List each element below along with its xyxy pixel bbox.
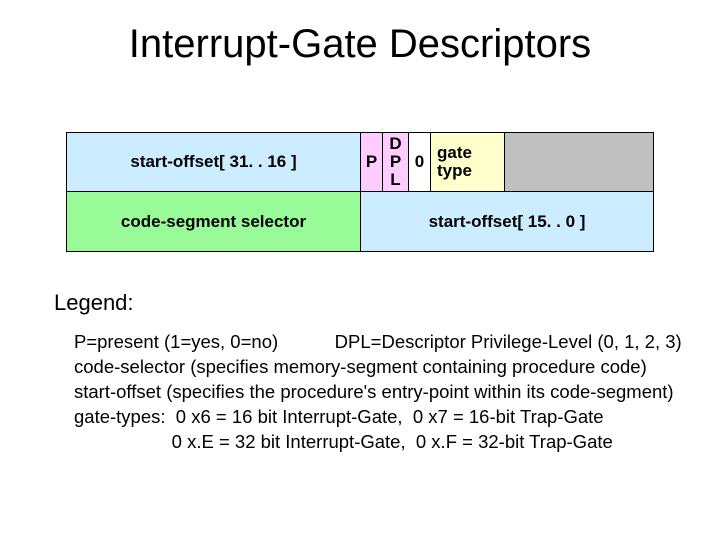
field-gate-type: gate type [431,133,505,191]
descriptor-diagram: start-offset[ 31. . 16 ] P D P L 0 gate … [66,132,654,252]
descriptor-row-high: start-offset[ 31. . 16 ] P D P L 0 gate … [66,132,654,192]
field-start-offset-high: start-offset[ 31. . 16 ] [67,133,361,191]
slide-title: Interrupt-Gate Descriptors [0,22,720,67]
field-zero-bit: 0 [409,133,431,191]
field-reserved [505,133,653,191]
descriptor-row-low: code-segment selector start-offset[ 15. … [66,192,654,252]
field-dpl: D P L [383,133,409,191]
field-code-segment-selector: code-segment selector [67,192,361,251]
legend-heading: Legend: [54,290,134,316]
field-p-bit: P [361,133,383,191]
legend-text: P=present (1=yes, 0=no) DPL=Descriptor P… [74,330,682,455]
field-start-offset-low: start-offset[ 15. . 0 ] [361,192,653,251]
